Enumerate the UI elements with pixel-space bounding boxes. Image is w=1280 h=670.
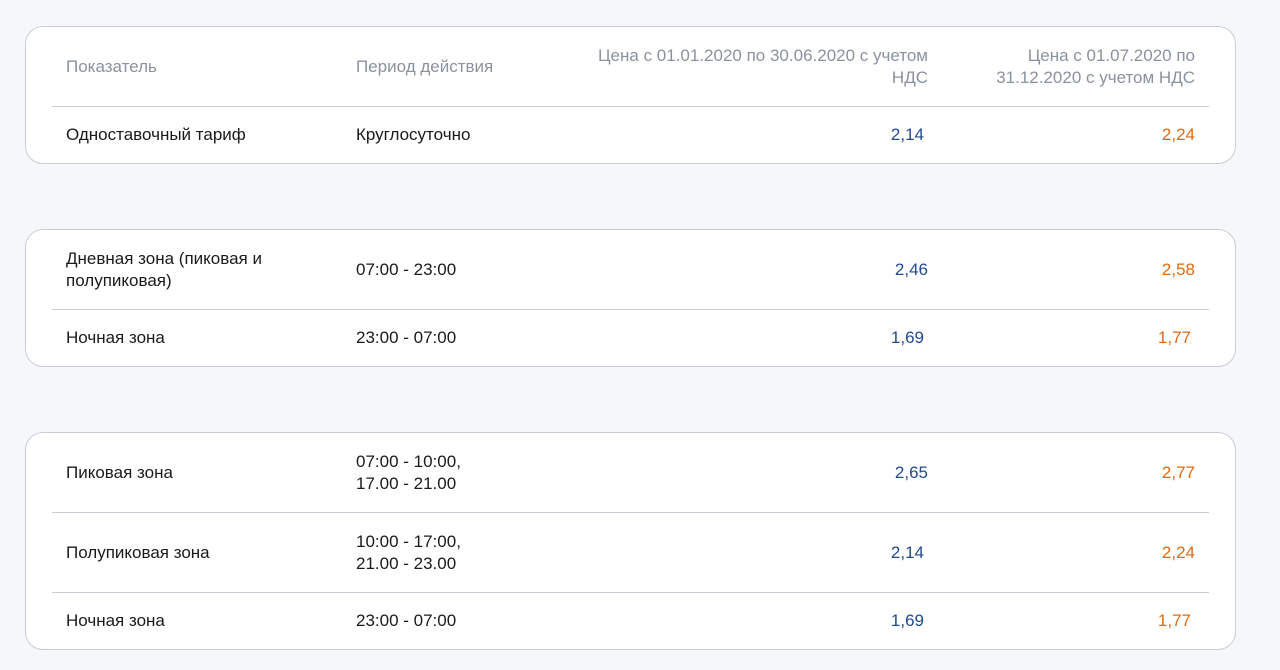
- period-line: 07:00 - 10:00,: [356, 451, 461, 471]
- table-row: Полупиковая зона 10:00 - 17:00, 21.00 - …: [52, 513, 1209, 593]
- header-period: Период действия: [356, 56, 494, 76]
- tariff-table-two-zone: Дневная зона (пиковая и полупиковая) 07:…: [25, 229, 1236, 367]
- tariff-name: Ночная зона: [66, 611, 165, 630]
- tariff-period: 10:00 - 17:00, 21.00 - 23.00: [356, 531, 556, 575]
- tariff-name: Пиковая зона: [66, 462, 173, 482]
- table-header-row: Показатель Период действия Цена с 01.01.…: [52, 27, 1209, 107]
- price-h1: 2,46: [894, 259, 928, 279]
- price-h2: 2,77: [1161, 462, 1195, 482]
- tariff-period: 07:00 - 23:00: [356, 259, 457, 279]
- price-h2: 1,77: [1157, 328, 1191, 347]
- tariff-period: 23:00 - 07:00: [356, 611, 457, 630]
- price-h2: 2,58: [1161, 259, 1195, 279]
- tariff-name: Ночная зона: [66, 328, 165, 347]
- tariff-table-single: Показатель Период действия Цена с 01.01.…: [25, 26, 1236, 164]
- tariff-name: Одноставочный тариф: [66, 125, 246, 144]
- tariff-table-three-zone: Пиковая зона 07:00 - 10:00, 17.00 - 21.0…: [25, 432, 1236, 650]
- period-line: 10:00 - 17:00,: [356, 531, 461, 551]
- header-price-h1: Цена с 01.01.2020 по 30.06.2020 с учетом…: [597, 45, 928, 87]
- price-h2: 2,24: [1161, 125, 1195, 144]
- table-row: Дневная зона (пиковая и полупиковая) 07:…: [52, 230, 1209, 310]
- period-line: 17.00 - 21.00: [356, 473, 457, 493]
- table-row: Ночная зона 23:00 - 07:00 1,69 1,77: [52, 310, 1209, 366]
- tariff-name: Дневная зона (пиковая и полупиковая): [66, 248, 262, 290]
- price-h1: 2,14: [890, 542, 924, 562]
- price-h2: 1,77: [1157, 611, 1191, 630]
- table-row: Одноставочный тариф Круглосуточно 2,14 2…: [52, 107, 1209, 163]
- tariff-period: 07:00 - 10:00, 17.00 - 21.00: [356, 451, 556, 495]
- price-h1: 2,65: [894, 462, 928, 482]
- header-indicator: Показатель: [66, 56, 157, 76]
- tariff-period: 23:00 - 07:00: [356, 328, 457, 347]
- table-row: Пиковая зона 07:00 - 10:00, 17.00 - 21.0…: [52, 433, 1209, 513]
- period-line: 21.00 - 23.00: [356, 553, 457, 573]
- price-h2: 2,24: [1161, 542, 1195, 562]
- tariff-period: Круглосуточно: [356, 125, 471, 144]
- header-price-h2: Цена с 01.07.2020 по 31.12.2020 с учетом…: [996, 45, 1195, 87]
- price-h1: 1,69: [890, 328, 924, 347]
- price-h1: 2,14: [890, 125, 924, 144]
- tariff-name: Полупиковая зона: [66, 542, 210, 562]
- table-row: Ночная зона 23:00 - 07:00 1,69 1,77: [52, 593, 1209, 649]
- price-h1: 1,69: [890, 611, 924, 630]
